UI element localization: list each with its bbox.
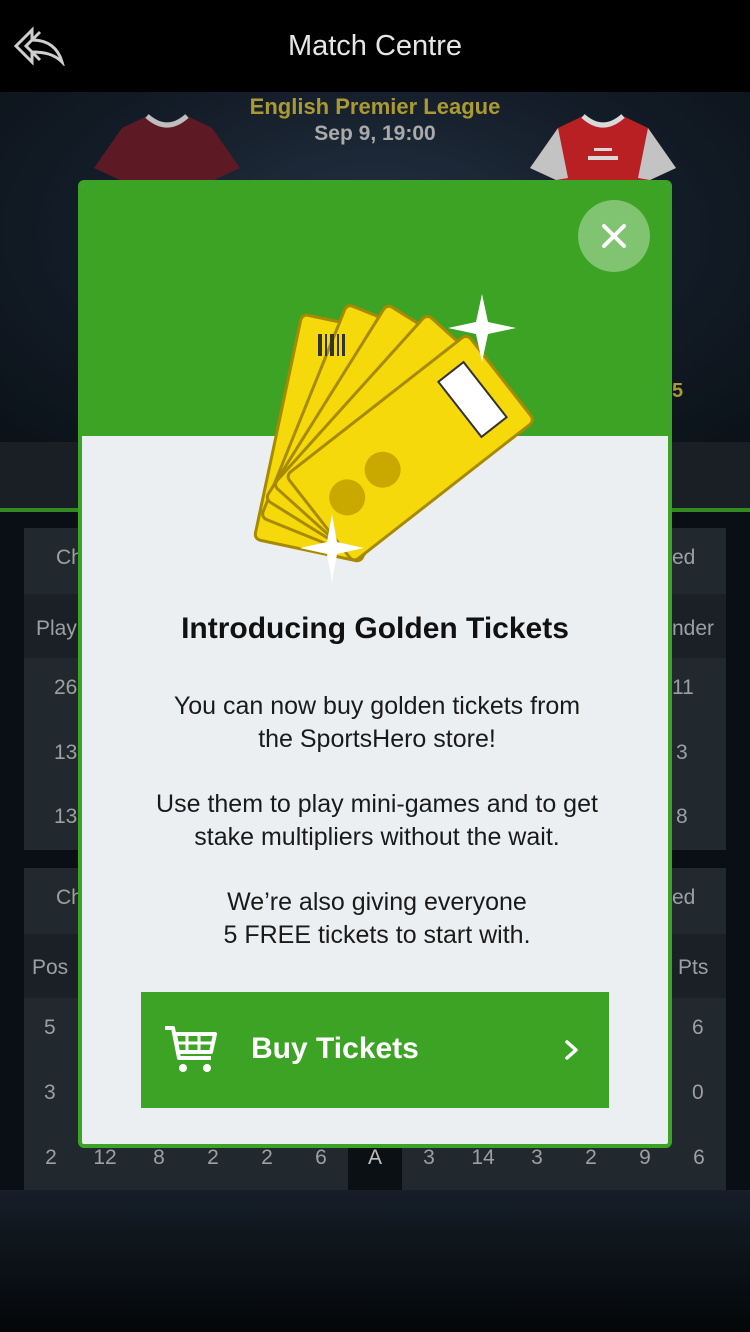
dialog-text-line: Use them to play mini-games and to get xyxy=(156,790,598,818)
shopping-cart-icon xyxy=(165,1026,217,1072)
dialog-text-line: the SportsHero store! xyxy=(258,725,496,753)
close-button[interactable] xyxy=(578,200,650,272)
page-title: Match Centre xyxy=(287,29,463,62)
dialog-text-2: Use them to play mini-games and to get s… xyxy=(102,788,652,854)
dialog-text-line: stake multipliers without the wait. xyxy=(194,823,560,851)
buy-tickets-label: Buy Tickets xyxy=(251,1032,419,1065)
golden-tickets-dialog: Introducing Golden Tickets You can now b… xyxy=(78,180,672,1148)
dialog-text-3: We’re also giving everyone 5 FREE ticket… xyxy=(102,886,652,952)
dialog-text-1: You can now buy golden tickets from the … xyxy=(102,690,652,756)
golden-tickets-icon xyxy=(253,294,534,582)
dialog-text-line: 5 FREE tickets to start with. xyxy=(223,921,531,949)
back-arrow-icon[interactable] xyxy=(12,26,66,66)
chevron-right-icon xyxy=(565,1040,578,1060)
dialog-title: Introducing Golden Tickets xyxy=(181,612,569,645)
buy-tickets-button[interactable]: Buy Tickets xyxy=(141,992,609,1108)
dialog-text-line: We’re also giving everyone xyxy=(227,888,527,916)
top-bar: Match Centre xyxy=(0,0,750,92)
dialog-text-line: You can now buy golden tickets from xyxy=(173,692,581,720)
close-icon xyxy=(602,224,626,248)
